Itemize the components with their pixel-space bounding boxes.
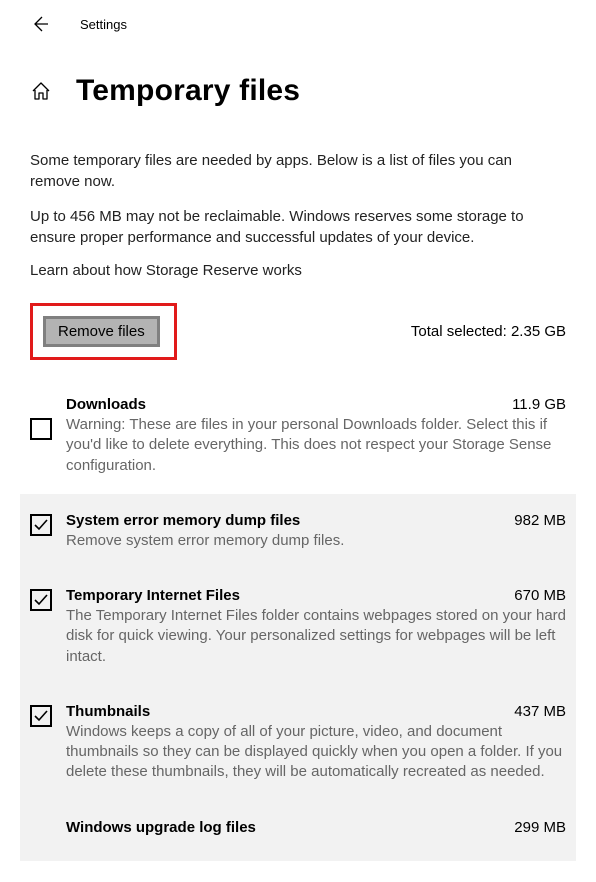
checkbox-downloads[interactable] (30, 418, 52, 440)
item-title: Temporary Internet Files (66, 587, 240, 604)
list-item: Downloads 11.9 GB Warning: These are fil… (20, 378, 576, 494)
title-row: Temporary files (0, 44, 596, 128)
item-size: 299 MB (514, 819, 566, 836)
checkbox-thumbnails[interactable] (30, 705, 52, 727)
header-label: Settings (80, 17, 127, 32)
item-desc: The Temporary Internet Files folder cont… (66, 606, 566, 667)
page-title: Temporary files (76, 74, 300, 108)
content: Some temporary files are needed by apps.… (0, 128, 596, 861)
item-size: 11.9 GB (512, 396, 566, 413)
header-bar: Settings (0, 0, 596, 44)
item-size: 670 MB (514, 587, 566, 604)
item-title: System error memory dump files (66, 512, 300, 529)
file-list: Downloads 11.9 GB Warning: These are fil… (30, 378, 566, 861)
item-title: Downloads (66, 396, 146, 413)
total-selected-label: Total selected: 2.35 GB (411, 323, 566, 340)
checkbox-system-error[interactable] (30, 514, 52, 536)
home-icon[interactable] (30, 80, 52, 102)
item-title: Windows upgrade log files (66, 819, 256, 836)
item-desc: Remove system error memory dump files. (66, 531, 566, 551)
list-item: Thumbnails 437 MB Windows keeps a copy o… (20, 685, 576, 801)
back-icon[interactable] (30, 14, 50, 34)
storage-reserve-link[interactable]: Learn about how Storage Reserve works (30, 262, 566, 279)
item-size: 437 MB (514, 703, 566, 720)
list-item: Windows upgrade log files 299 MB (20, 801, 576, 861)
list-item: Temporary Internet Files 670 MB The Temp… (20, 569, 576, 685)
remove-highlight: Remove files (30, 303, 177, 360)
item-desc: Windows keeps a copy of all of your pict… (66, 722, 566, 783)
remove-files-button[interactable]: Remove files (43, 316, 160, 347)
intro-text-1: Some temporary files are needed by apps.… (30, 150, 566, 192)
list-item: System error memory dump files 982 MB Re… (20, 494, 576, 569)
checkbox-temp-internet[interactable] (30, 589, 52, 611)
action-row: Remove files Total selected: 2.35 GB (30, 303, 566, 360)
item-size: 982 MB (514, 512, 566, 529)
item-desc: Warning: These are files in your persona… (66, 415, 566, 476)
item-title: Thumbnails (66, 703, 150, 720)
intro-text-2: Up to 456 MB may not be reclaimable. Win… (30, 206, 566, 248)
